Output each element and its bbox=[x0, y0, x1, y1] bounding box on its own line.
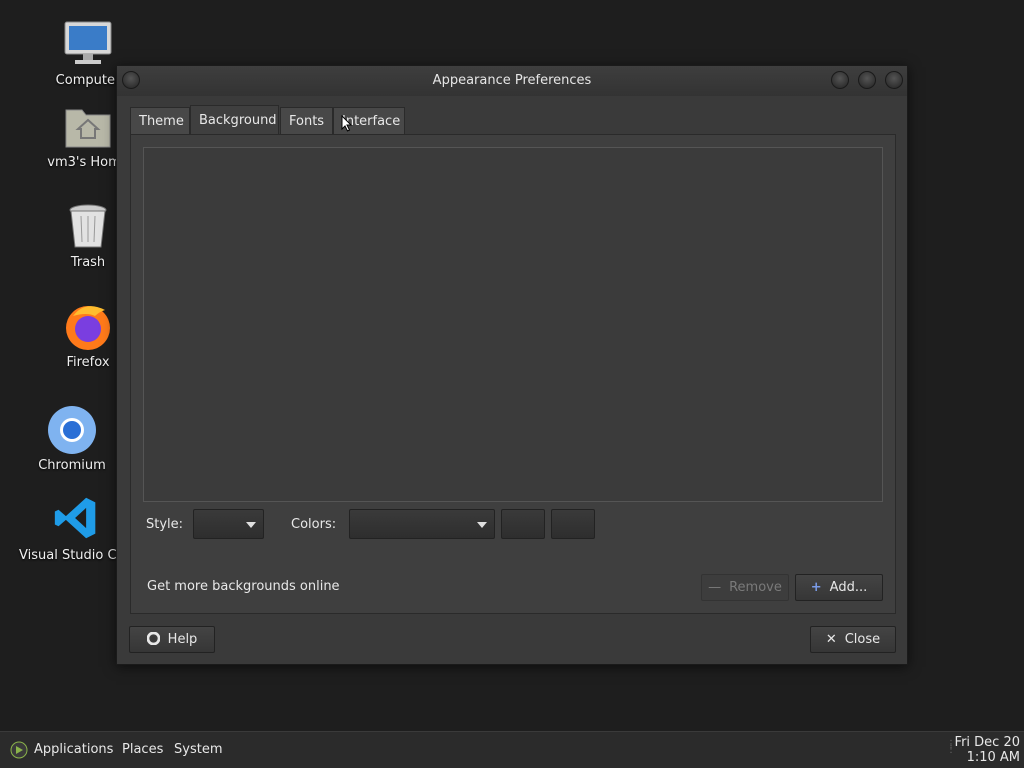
tab-fonts[interactable]: Fonts bbox=[280, 107, 333, 134]
remove-button[interactable]: — Remove bbox=[701, 574, 789, 601]
get-more-backgrounds-link[interactable]: Get more backgrounds online bbox=[147, 579, 340, 594]
mouse-cursor-icon bbox=[341, 114, 353, 137]
chromium-icon bbox=[47, 405, 97, 455]
help-button-label: Help bbox=[167, 632, 198, 647]
clock-time: 1:10 AM bbox=[966, 750, 1020, 765]
tab-background[interactable]: Background bbox=[190, 105, 279, 135]
close-button-label: Close bbox=[844, 632, 881, 647]
chevron-down-icon bbox=[477, 522, 487, 528]
desktop-icon-chromium[interactable]: Chromium bbox=[17, 405, 127, 473]
background-panel: Style: Colors: Get more backgrounds onli… bbox=[130, 134, 896, 614]
close-button[interactable]: ✕ Close bbox=[810, 626, 896, 653]
applications-menu-icon bbox=[10, 741, 28, 763]
bottom-panel: Applications Places System ⋮ ⋮ Fri Dec 20… bbox=[0, 731, 1024, 768]
clock[interactable]: Fri Dec 20 1:10 AM bbox=[955, 735, 1020, 765]
applications-menu[interactable]: Applications bbox=[34, 742, 113, 757]
trash-icon bbox=[63, 202, 113, 252]
help-button[interactable]: Help bbox=[129, 626, 215, 653]
close-window-icon[interactable] bbox=[885, 71, 903, 89]
colors-label: Colors: bbox=[291, 517, 337, 532]
places-menu[interactable]: Places bbox=[122, 742, 163, 757]
secondary-color-button[interactable] bbox=[551, 509, 595, 539]
tab-theme[interactable]: Theme bbox=[130, 107, 190, 134]
window-titlebar[interactable]: Appearance Preferences bbox=[117, 66, 907, 96]
colors-dropdown[interactable] bbox=[349, 509, 495, 539]
window-title: Appearance Preferences bbox=[432, 73, 592, 88]
background-preview-area[interactable] bbox=[143, 147, 883, 502]
style-dropdown[interactable] bbox=[193, 509, 264, 539]
minimize-icon[interactable] bbox=[831, 71, 849, 89]
home-folder-icon bbox=[63, 102, 113, 152]
primary-color-button[interactable] bbox=[501, 509, 545, 539]
appearance-preferences-window: Appearance Preferences Theme Background … bbox=[116, 65, 908, 665]
desktop-icon-label: Chromium bbox=[38, 458, 106, 473]
firefox-icon bbox=[63, 302, 113, 352]
close-icon: ✕ bbox=[825, 632, 837, 647]
plus-icon: + bbox=[810, 580, 822, 595]
vscode-icon bbox=[51, 495, 101, 545]
chevron-down-icon bbox=[246, 522, 256, 528]
clock-date: Fri Dec 20 bbox=[954, 735, 1020, 750]
add-button[interactable]: + Add... bbox=[795, 574, 883, 601]
system-menu[interactable]: System bbox=[174, 742, 222, 757]
style-label: Style: bbox=[146, 517, 184, 532]
help-lifebuoy-icon bbox=[146, 627, 161, 652]
remove-button-label: Remove bbox=[729, 580, 782, 595]
computer-icon bbox=[63, 20, 113, 70]
minus-icon: — bbox=[708, 580, 722, 595]
maximize-icon[interactable] bbox=[858, 71, 876, 89]
add-button-label: Add... bbox=[829, 580, 868, 595]
